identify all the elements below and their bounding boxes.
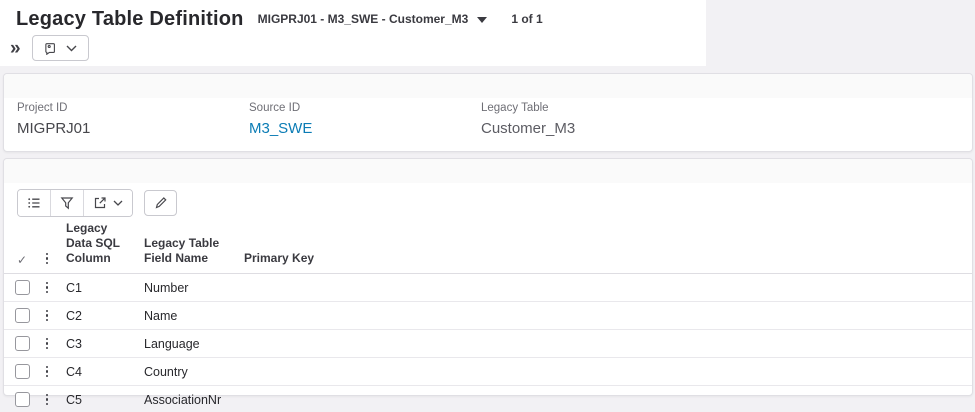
- cell-sql-column: C1: [66, 281, 144, 295]
- grid-header-row: ✓ Legacy Data SQL Column Legacy Table Fi…: [4, 221, 972, 274]
- table-row[interactable]: C5 AssociationNr: [4, 386, 972, 412]
- filter-button[interactable]: [51, 190, 84, 216]
- cell-sql-column: C2: [66, 309, 144, 323]
- field-project-id: Project ID MIGPRJ01: [17, 102, 249, 137]
- source-id-link[interactable]: M3_SWE: [249, 120, 481, 137]
- project-id-value: MIGPRJ01: [17, 120, 249, 137]
- source-id-label: Source ID: [249, 102, 481, 114]
- chevron-down-icon: [113, 200, 123, 206]
- column-header-field-name[interactable]: Legacy Table Field Name: [144, 236, 244, 266]
- export-menu-button[interactable]: [84, 190, 132, 216]
- row-height-button[interactable]: [18, 190, 51, 216]
- record-context-label: MIGPRJ01 - M3_SWE - Customer_M3: [258, 12, 469, 26]
- page-title: Legacy Table Definition: [16, 8, 244, 30]
- record-count: 1 of 1: [511, 12, 542, 26]
- detail-form-card: Project ID MIGPRJ01 Source ID M3_SWE Leg…: [3, 73, 973, 152]
- row-menu-icon[interactable]: [40, 307, 54, 325]
- row-checkbox[interactable]: [15, 308, 30, 323]
- row-checkbox[interactable]: [15, 364, 30, 379]
- table-row[interactable]: C4 Country: [4, 358, 972, 386]
- list-icon: [27, 196, 41, 210]
- row-menu-icon[interactable]: [40, 279, 54, 297]
- legacy-table-value: Customer_M3: [481, 120, 713, 137]
- cell-field-name: Name: [144, 309, 244, 323]
- edit-button[interactable]: [144, 190, 177, 216]
- field-legacy-table: Legacy Table Customer_M3: [481, 102, 713, 137]
- row-checkbox[interactable]: [15, 280, 30, 295]
- double-chevron-right-icon[interactable]: »: [8, 39, 23, 58]
- field-source-id: Source ID M3_SWE: [249, 102, 481, 137]
- cell-field-name: Number: [144, 281, 244, 295]
- chevron-down-icon: [66, 45, 77, 52]
- row-checkbox[interactable]: [15, 336, 30, 351]
- grid-toolbar-button-group: [17, 189, 133, 217]
- actions-menu-button[interactable]: [32, 35, 89, 61]
- grid-card-band: [4, 159, 972, 183]
- column-header-sql-column[interactable]: Legacy Data SQL Column: [66, 221, 144, 266]
- cell-field-name: Language: [144, 337, 244, 351]
- cell-field-name: AssociationNr: [144, 393, 244, 407]
- row-menu-icon[interactable]: [40, 391, 54, 409]
- header-row-menu-icon[interactable]: [40, 250, 54, 267]
- actions-icon: [44, 42, 57, 55]
- legacy-table-label: Legacy Table: [481, 102, 713, 114]
- project-id-label: Project ID: [17, 102, 249, 114]
- caret-down-icon: [477, 17, 487, 23]
- table-row[interactable]: C1 Number: [4, 274, 972, 302]
- record-context-dropdown[interactable]: MIGPRJ01 - M3_SWE - Customer_M3: [258, 12, 488, 26]
- column-header-primary-key[interactable]: Primary Key: [244, 251, 972, 266]
- app-root: Legacy Table Definition MIGPRJ01 - M3_SW…: [0, 0, 975, 412]
- form-card-band: [4, 74, 972, 98]
- page-header: Legacy Table Definition MIGPRJ01 - M3_SW…: [0, 0, 706, 66]
- cell-field-name: Country: [144, 365, 244, 379]
- cell-sql-column: C5: [66, 393, 144, 407]
- grid-card: ✓ Legacy Data SQL Column Legacy Table Fi…: [3, 158, 973, 396]
- row-checkbox[interactable]: [15, 392, 30, 407]
- row-menu-icon[interactable]: [40, 363, 54, 381]
- table-row[interactable]: C3 Language: [4, 330, 972, 358]
- cell-sql-column: C4: [66, 365, 144, 379]
- cell-sql-column: C3: [66, 337, 144, 351]
- pencil-icon: [154, 196, 168, 210]
- grid-toolbar: [4, 183, 972, 221]
- row-menu-icon[interactable]: [40, 335, 54, 353]
- select-all-checkmark-icon[interactable]: ✓: [4, 254, 40, 266]
- table-row[interactable]: C2 Name: [4, 302, 972, 330]
- export-icon: [93, 196, 107, 210]
- filter-icon: [60, 196, 74, 210]
